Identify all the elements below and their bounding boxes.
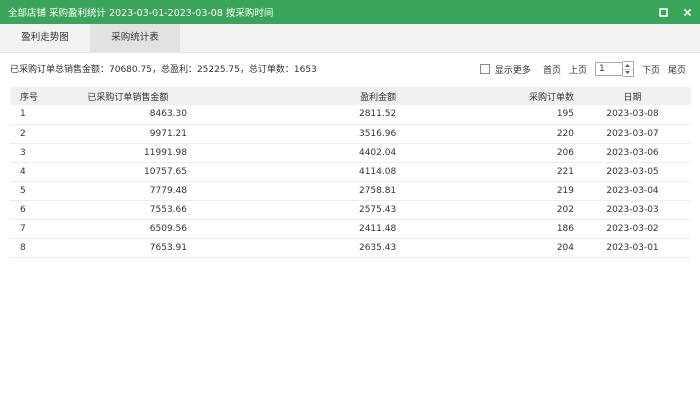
table-row[interactable]: 4 10757.65 4114.08 221 2023-03-05	[10, 162, 691, 181]
tab-profit-trend[interactable]: 盈利走势图	[0, 24, 90, 52]
pager: 显示更多 首页 上页 1 下页 尾页	[479, 58, 686, 80]
cell-index: 7	[20, 223, 26, 234]
header-profit-amount: 盈利金额	[360, 92, 397, 103]
table-row[interactable]: 1 8463.30 2811.52 195 2023-03-08	[10, 105, 691, 124]
page-stepper	[622, 61, 634, 77]
cell-date: 2023-03-01	[606, 242, 659, 253]
cell-date: 2023-03-05	[606, 166, 659, 177]
cell-profit-amount: 4114.08	[358, 166, 397, 177]
cell-date: 2023-03-02	[606, 223, 659, 234]
stepper-down-icon[interactable]	[622, 68, 633, 77]
next-page-link[interactable]: 下页	[642, 63, 660, 76]
cell-sales-amount: 7779.48	[149, 185, 187, 196]
header-sales-amount: 已采购订单销售金额	[87, 92, 169, 103]
cell-date: 2023-03-08	[606, 109, 659, 120]
stats-table: 序号 已采购订单销售金额 盈利金额 采购订单数 日期 1 8463.30 281…	[10, 87, 691, 258]
cell-profit-amount: 2575.43	[358, 204, 397, 215]
cell-profit-amount: 2411.48	[358, 223, 397, 234]
cell-index: 2	[20, 128, 26, 139]
cell-order-count: 221	[556, 166, 575, 177]
cell-sales-amount: 7653.91	[149, 242, 187, 253]
cell-profit-amount: 3516.96	[358, 128, 397, 139]
cell-order-count: 220	[556, 128, 575, 139]
cell-sales-amount: 7553.66	[149, 204, 187, 215]
header-index: 序号	[20, 92, 39, 103]
show-more-checkbox[interactable]	[479, 64, 490, 74]
cell-profit-amount: 4402.04	[358, 147, 397, 158]
cell-index: 1	[20, 109, 26, 120]
cell-order-count: 219	[556, 185, 575, 196]
tab-purchase-stats[interactable]: 采购统计表	[90, 24, 180, 52]
table-row[interactable]: 7 6509.56 2411.48 186 2023-03-02	[10, 219, 691, 238]
window-title: 全部店铺 采购盈利统计 2023-03-01-2023-03-08 按采购时间	[8, 8, 274, 19]
table-header-row: 序号 已采购订单销售金额 盈利金额 采购订单数 日期	[10, 87, 691, 105]
close-icon[interactable]	[682, 7, 692, 17]
cell-order-count: 204	[556, 242, 575, 253]
cell-sales-amount: 8463.30	[149, 109, 187, 120]
cell-date: 2023-03-06	[606, 147, 659, 158]
cell-sales-amount: 6509.56	[149, 223, 187, 234]
cell-sales-amount: 11991.98	[144, 147, 187, 158]
table-row[interactable]: 2 9971.21 3516.96 220 2023-03-07	[10, 124, 691, 143]
cell-index: 5	[20, 185, 26, 196]
maximize-icon[interactable]	[658, 7, 668, 17]
tab-bar: 盈利走势图 采购统计表	[0, 24, 700, 53]
cell-date: 2023-03-03	[606, 204, 659, 215]
cell-order-count: 206	[556, 147, 575, 158]
cell-index: 3	[20, 147, 26, 158]
cell-sales-amount: 10757.65	[144, 166, 187, 177]
header-date: 日期	[623, 92, 642, 103]
page-number-input[interactable]: 1	[594, 62, 623, 76]
table-row[interactable]: 3 11991.98 4402.04 206 2023-03-06	[10, 143, 691, 162]
cell-order-count: 195	[556, 109, 575, 120]
cell-order-count: 202	[556, 204, 575, 215]
table-row[interactable]: 8 7653.91 2635.43 204 2023-03-01	[10, 238, 691, 257]
cell-index: 8	[20, 242, 26, 253]
cell-profit-amount: 2811.52	[358, 109, 397, 120]
table-row[interactable]: 6 7553.66 2575.43 202 2023-03-03	[10, 200, 691, 219]
first-page-link[interactable]: 首页	[543, 63, 561, 76]
cell-order-count: 186	[556, 223, 575, 234]
table-row[interactable]: 5 7779.48 2758.81 219 2023-03-04	[10, 181, 691, 200]
cell-date: 2023-03-04	[606, 185, 659, 196]
last-page-link[interactable]: 尾页	[668, 63, 686, 76]
cell-profit-amount: 2758.81	[358, 185, 397, 196]
cell-profit-amount: 2635.43	[358, 242, 397, 253]
title-bar: 全部店铺 采购盈利统计 2023-03-01-2023-03-08 按采购时间	[0, 0, 700, 24]
show-more-label: 显示更多	[494, 65, 531, 76]
cell-sales-amount: 9971.21	[149, 128, 187, 139]
cell-index: 6	[20, 204, 26, 215]
header-order-count: 采购订单数	[529, 92, 575, 103]
summary-text: 已采购订单总销售金额：70680.75，总盈利：25225.75，总订单数：16…	[10, 65, 317, 75]
cell-index: 4	[20, 166, 26, 177]
prev-page-link[interactable]: 上页	[569, 63, 587, 76]
cell-date: 2023-03-07	[606, 128, 659, 139]
